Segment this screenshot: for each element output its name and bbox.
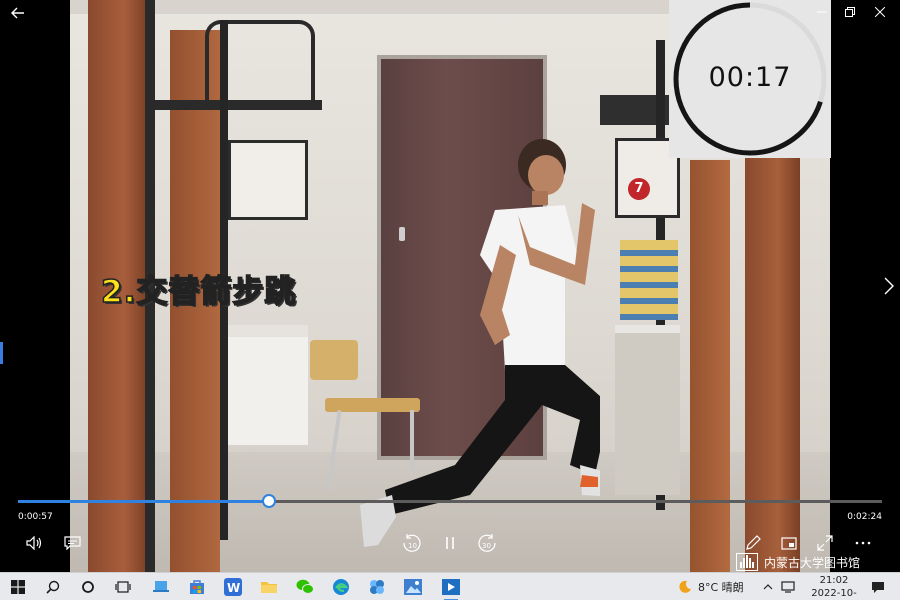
svg-text:10: 10 xyxy=(408,542,417,550)
windows-taskbar: W 8°C 晴朗 21:02 2022-10- xyxy=(0,572,900,600)
taskbar-store-app[interactable] xyxy=(186,577,208,597)
system-clock[interactable]: 21:02 2022-10-24 xyxy=(806,574,862,600)
room-number-badge: 7 xyxy=(628,178,650,200)
watermark-text: 内蒙古大学图书馆 xyxy=(764,555,861,570)
next-item-button[interactable] xyxy=(880,274,898,298)
network-icon xyxy=(781,581,795,593)
moon-icon xyxy=(679,580,691,593)
seek-thumb[interactable] xyxy=(261,494,276,508)
back-button[interactable] xyxy=(6,4,30,22)
pause-button[interactable] xyxy=(437,532,463,554)
video-frame[interactable]: 7 2.交替箭步跳 00:17 xyxy=(0,0,900,572)
notification-icon xyxy=(872,581,884,593)
volume-icon xyxy=(26,536,42,550)
taskbar-word-app[interactable]: W xyxy=(222,577,244,597)
minimize-icon xyxy=(817,11,827,13)
pencil-icon xyxy=(746,535,761,550)
taskbar-edge-app[interactable] xyxy=(330,577,352,597)
taskbar-video-app[interactable] xyxy=(440,577,462,600)
subtitles-button[interactable] xyxy=(59,532,85,554)
seek-bar[interactable] xyxy=(18,494,882,508)
weather-widget[interactable]: 8°C 晴朗 xyxy=(678,573,744,600)
close-icon xyxy=(875,7,885,17)
pinwheel-icon xyxy=(370,580,384,594)
picture-in-picture-icon xyxy=(781,536,797,550)
edge-icon xyxy=(333,579,349,595)
arrow-left-icon xyxy=(11,7,24,19)
weather-text: 8°C 晴朗 xyxy=(698,581,744,594)
captions-icon xyxy=(63,536,81,550)
taskbar-laptop-app[interactable] xyxy=(150,577,172,597)
laptop-icon xyxy=(153,581,169,592)
more-options-button[interactable] xyxy=(850,532,876,554)
taskbar-photos-app[interactable] xyxy=(366,577,388,597)
taskbar-wechat-app[interactable] xyxy=(294,577,316,597)
skip-forward-button[interactable]: 30 xyxy=(474,532,500,554)
total-time: 0:02:24 xyxy=(847,512,882,522)
skip-back-button[interactable]: 10 xyxy=(399,532,425,554)
network-button[interactable] xyxy=(781,573,795,600)
show-hidden-icons-button[interactable] xyxy=(763,573,773,600)
video-player-icon xyxy=(442,579,460,595)
seek-progress xyxy=(18,500,269,503)
current-time: 0:00:57 xyxy=(18,512,53,522)
search-button[interactable] xyxy=(42,577,64,597)
forward-30-icon: 30 xyxy=(478,534,496,552)
search-icon xyxy=(46,580,60,594)
volume-button[interactable] xyxy=(22,532,48,554)
cortana-icon xyxy=(82,581,94,593)
store-icon xyxy=(190,580,204,594)
folder-icon xyxy=(261,582,277,593)
close-button[interactable] xyxy=(868,3,892,21)
more-icon xyxy=(855,541,871,545)
minimize-button[interactable] xyxy=(810,3,834,21)
wechat-icon xyxy=(296,579,314,594)
clock-date: 2022-10-24 xyxy=(811,588,857,599)
image-icon xyxy=(404,579,422,595)
windows-logo-icon xyxy=(11,580,25,594)
cortana-button[interactable] xyxy=(77,577,99,597)
restore-icon xyxy=(845,7,855,17)
start-button[interactable] xyxy=(7,577,29,597)
taskbar-explorer-app[interactable] xyxy=(258,577,280,597)
edit-button[interactable] xyxy=(740,532,766,554)
svg-text:W: W xyxy=(227,581,240,595)
person-lunging xyxy=(360,139,600,547)
task-view-button[interactable] xyxy=(112,577,134,597)
word-icon: W xyxy=(224,578,242,596)
expand-icon xyxy=(817,535,833,551)
task-view-icon xyxy=(115,581,131,593)
clock-time: 21:02 xyxy=(819,575,849,586)
chevron-right-icon xyxy=(884,277,894,295)
svg-text:30: 30 xyxy=(482,542,491,550)
side-indicator xyxy=(0,342,3,364)
rewind-10-icon: 10 xyxy=(403,534,421,552)
exercise-caption: 2.交替箭步跳 xyxy=(100,273,297,311)
mini-view-button[interactable] xyxy=(776,532,802,554)
countdown-timer: 00:17 xyxy=(669,0,831,158)
library-watermark: 内蒙古大学图书馆 xyxy=(736,553,860,571)
notifications-button[interactable] xyxy=(871,573,885,600)
chevron-up-icon xyxy=(763,584,773,590)
photos-video-player: 7 2.交替箭步跳 00:17 0:00:57 0:02:24 10 30 内蒙… xyxy=(0,0,900,600)
taskbar-gallery-app[interactable] xyxy=(402,577,424,597)
timer-text: 00:17 xyxy=(708,62,792,93)
pause-icon xyxy=(446,537,454,549)
library-logo-icon xyxy=(736,553,758,571)
restore-button[interactable] xyxy=(838,3,862,21)
fullscreen-button[interactable] xyxy=(812,532,838,554)
